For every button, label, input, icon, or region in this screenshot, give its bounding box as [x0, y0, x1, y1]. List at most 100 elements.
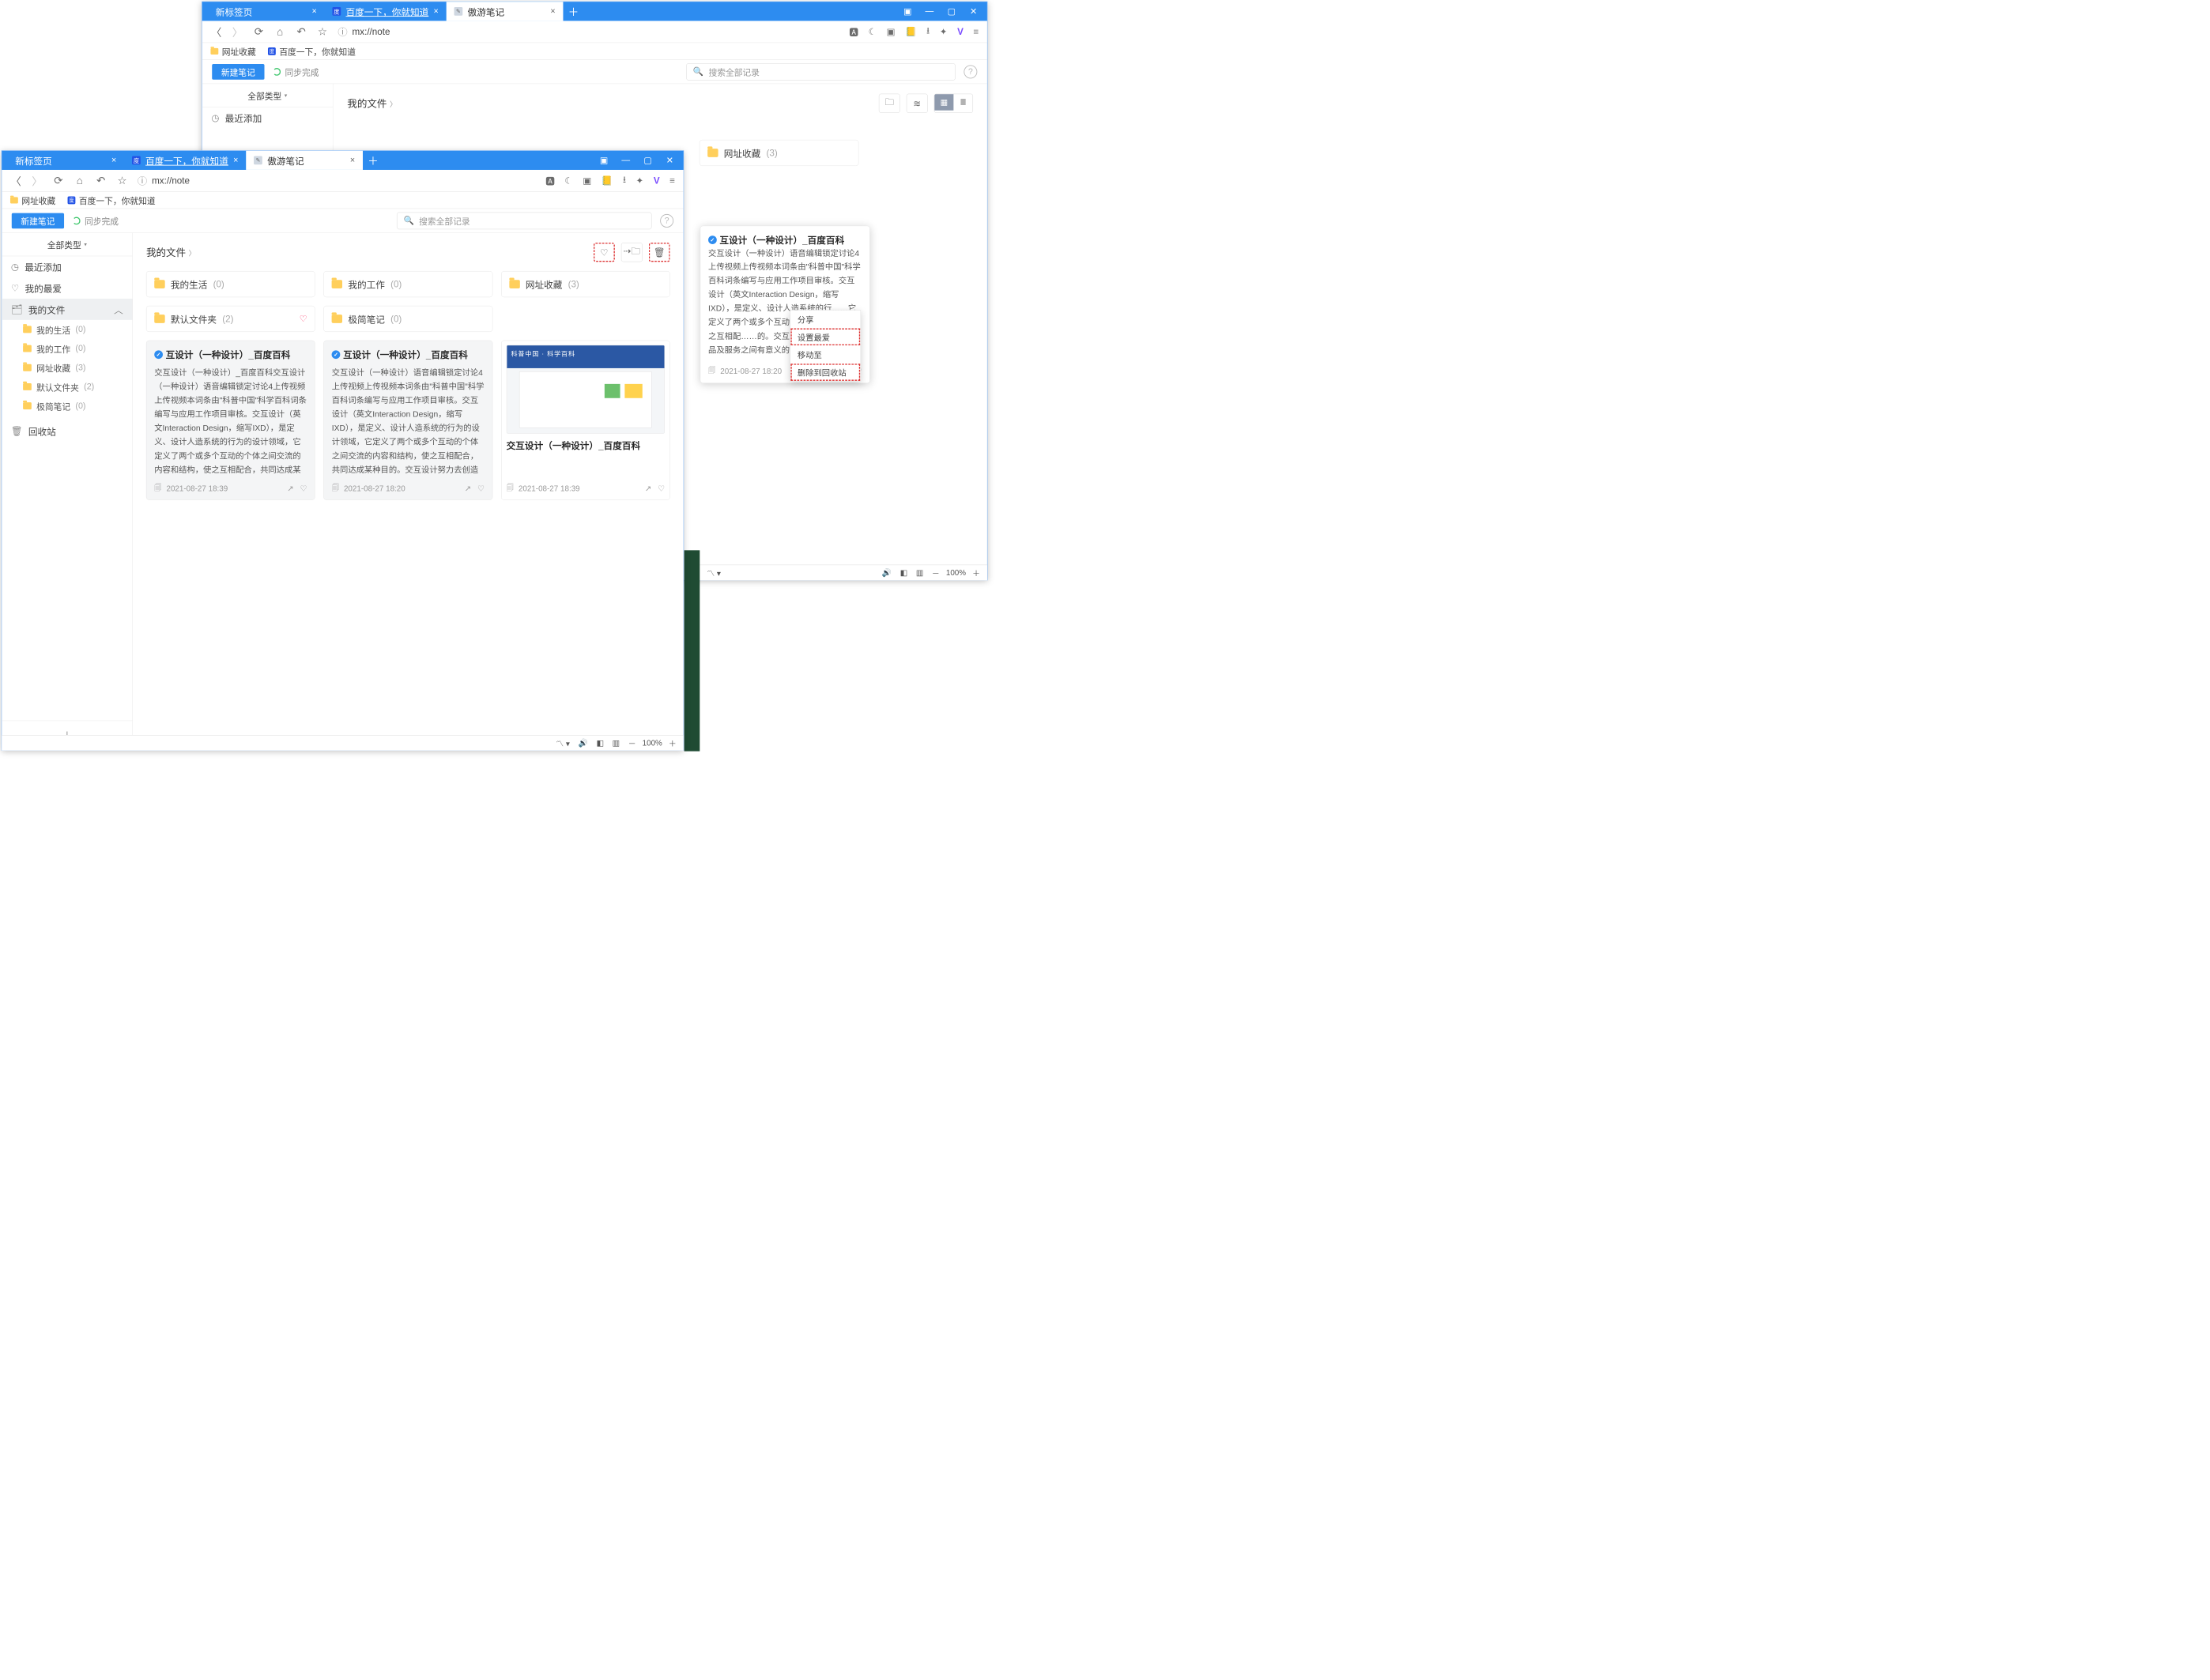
note-card[interactable]: 科普中国 · 科学百科 交互设计（一种设计）_百度百科 🗐2021-08-27 … — [501, 341, 670, 500]
sidebar-sub[interactable]: 极简笔记(0) — [2, 397, 132, 416]
columns-icon[interactable]: ▥ — [916, 568, 923, 578]
forward-icon[interactable]: 〉 — [232, 26, 243, 37]
extensions-icon[interactable]: ✦ — [940, 26, 948, 37]
screenshot-icon[interactable]: ▣ — [887, 26, 896, 37]
new-note-button[interactable]: 新建笔记 — [12, 213, 64, 228]
sync-status[interactable]: 同步完成 — [73, 214, 119, 227]
menu-icon[interactable]: ≡ — [669, 175, 675, 186]
heart-icon[interactable]: ♡ — [658, 484, 665, 494]
open-icon[interactable]: ↗ — [645, 484, 651, 494]
stack-button[interactable]: ≋ — [907, 94, 928, 113]
tab-note[interactable]: ✎ 傲游笔记 × — [447, 2, 564, 21]
close-icon[interactable]: × — [550, 6, 555, 17]
extensions-icon[interactable]: ✦ — [636, 175, 644, 186]
minimize-icon[interactable]: — — [621, 156, 631, 166]
list-view-icon[interactable]: ≣ — [953, 94, 972, 111]
menu-delete[interactable]: 删除到回收站 — [790, 363, 861, 381]
new-note-button[interactable]: 新建笔记 — [212, 64, 264, 80]
close-window-icon[interactable]: ✕ — [665, 155, 674, 165]
open-icon[interactable]: ↗ — [287, 484, 293, 494]
forward-icon[interactable]: 〉 — [32, 175, 43, 186]
close-icon[interactable]: × — [111, 156, 116, 166]
reload-icon[interactable]: ⟳ — [253, 26, 264, 37]
open-icon[interactable]: ↗ — [465, 484, 471, 494]
folder-card[interactable]: 我的工作(0) — [323, 271, 492, 297]
zoom-in-icon[interactable]: ＋ — [669, 737, 677, 748]
close-icon[interactable]: × — [312, 6, 317, 17]
new-folder-button[interactable]: 🗀 — [879, 94, 900, 113]
folder-card[interactable]: 网址收藏(3) — [501, 271, 670, 297]
split-icon[interactable]: ◧ — [597, 738, 604, 748]
moon-icon[interactable]: ☾ — [869, 26, 877, 37]
download-icon[interactable]: ⭳ — [926, 24, 930, 40]
note-card[interactable]: ✓互设计（一种设计）_百度百科 交互设计（一种设计）语音编辑锁定讨论4上传视频上… — [323, 341, 492, 500]
zoom-out-icon[interactable]: － — [932, 567, 940, 578]
close-icon[interactable]: × — [434, 6, 439, 17]
split-icon[interactable]: ◧ — [900, 568, 907, 578]
breadcrumb[interactable]: 我的文件 〉 — [347, 96, 397, 111]
volume-icon[interactable]: 🔊 — [882, 568, 892, 578]
sidebar-sub[interactable]: 默认文件夹(2) — [2, 377, 132, 396]
help-icon[interactable]: ? — [964, 65, 977, 78]
sidebar-item-recent[interactable]: ◷ 最近添加 — [2, 256, 132, 277]
menu-share[interactable]: 分享 — [790, 311, 861, 328]
new-tab-button[interactable]: ＋ — [363, 151, 383, 170]
star-icon[interactable]: ☆ — [116, 175, 127, 186]
bm-favs[interactable]: 网址收藏 — [10, 194, 55, 206]
sidepanel-icon[interactable]: ▣ — [599, 155, 609, 165]
undo-icon[interactable]: ↶ — [95, 175, 106, 186]
heart-icon[interactable]: ♡ — [477, 484, 485, 494]
moon-icon[interactable]: ☾ — [564, 175, 572, 186]
minimize-icon[interactable]: — — [925, 6, 934, 17]
vip-icon[interactable]: V — [654, 175, 660, 186]
tab-note[interactable]: ✎ 傲游笔记 × — [246, 151, 363, 170]
bm-favs[interactable]: 网址收藏 — [210, 45, 255, 58]
download-icon[interactable]: ⭳ — [623, 173, 626, 189]
resource-graph-icon[interactable]: 〽 ▾ — [707, 567, 721, 578]
resource-graph-icon[interactable]: 〽 ▾ — [556, 737, 570, 748]
translate-icon[interactable]: 🅰 — [849, 25, 858, 39]
sidebar-item-trash[interactable]: 🗑 回收站 — [2, 420, 132, 442]
folder-card[interactable]: 极简笔记(0) — [323, 306, 492, 332]
folder-card[interactable]: 我的生活(0) — [146, 271, 315, 297]
sidebar-item-files[interactable]: 🗂 我的文件 ︿ — [2, 299, 132, 320]
folder-card-favs[interactable]: 网址收藏 (3) — [700, 140, 859, 166]
grid-view-icon[interactable]: ▦ — [934, 94, 953, 111]
url-input[interactable]: i mx://note — [338, 24, 839, 40]
help-icon[interactable]: ? — [660, 214, 673, 228]
home-icon[interactable]: ⌂ — [274, 26, 285, 37]
maximize-icon[interactable]: ▢ — [947, 6, 956, 17]
tab-new[interactable]: 新标签页 × — [7, 151, 124, 170]
maximize-icon[interactable]: ▢ — [643, 155, 653, 165]
filter-dropdown[interactable]: 全部类型 ▾ — [202, 84, 333, 107]
reload-icon[interactable]: ⟳ — [53, 175, 64, 186]
note-app-icon[interactable]: 📒 — [602, 175, 613, 186]
tab-new[interactable]: 新标签页 × — [208, 2, 325, 21]
back-icon[interactable]: 〈 — [210, 26, 221, 37]
zoom-out-icon[interactable]: － — [628, 737, 636, 748]
view-toggle[interactable]: ▦ ≣ — [934, 94, 973, 113]
back-icon[interactable]: 〈 — [10, 175, 21, 186]
close-icon[interactable]: × — [350, 156, 355, 166]
search-input[interactable]: 🔍 搜索全部记录 — [686, 63, 955, 80]
note-app-icon[interactable]: 📒 — [905, 26, 916, 37]
vip-icon[interactable]: V — [957, 26, 964, 37]
zoom-in-icon[interactable]: ＋ — [972, 567, 980, 578]
heart-icon[interactable]: ♡ — [300, 484, 307, 494]
star-icon[interactable]: ☆ — [317, 26, 328, 37]
url-input[interactable]: i mx://note — [138, 173, 535, 189]
sidebar-sub[interactable]: 我的工作(0) — [2, 339, 132, 358]
screenshot-icon[interactable]: ▣ — [583, 175, 591, 186]
columns-icon[interactable]: ▥ — [613, 738, 620, 748]
new-tab-button[interactable]: ＋ — [563, 2, 583, 21]
move-button[interactable]: ⇢🗀 — [621, 243, 643, 262]
bm-baidu[interactable]: 度 百度一下，你就知道 — [268, 45, 356, 58]
volume-icon[interactable]: 🔊 — [579, 738, 588, 748]
menu-move-to[interactable]: 移动至 — [790, 346, 861, 363]
undo-icon[interactable]: ↶ — [296, 26, 307, 37]
search-input[interactable]: 🔍 搜索全部记录 — [397, 212, 651, 228]
favorite-button[interactable]: ♡ — [594, 243, 615, 262]
sidepanel-icon[interactable]: ▣ — [903, 6, 912, 17]
bm-baidu[interactable]: 度 百度一下，你就知道 — [68, 194, 156, 206]
close-icon[interactable]: × — [233, 156, 238, 166]
